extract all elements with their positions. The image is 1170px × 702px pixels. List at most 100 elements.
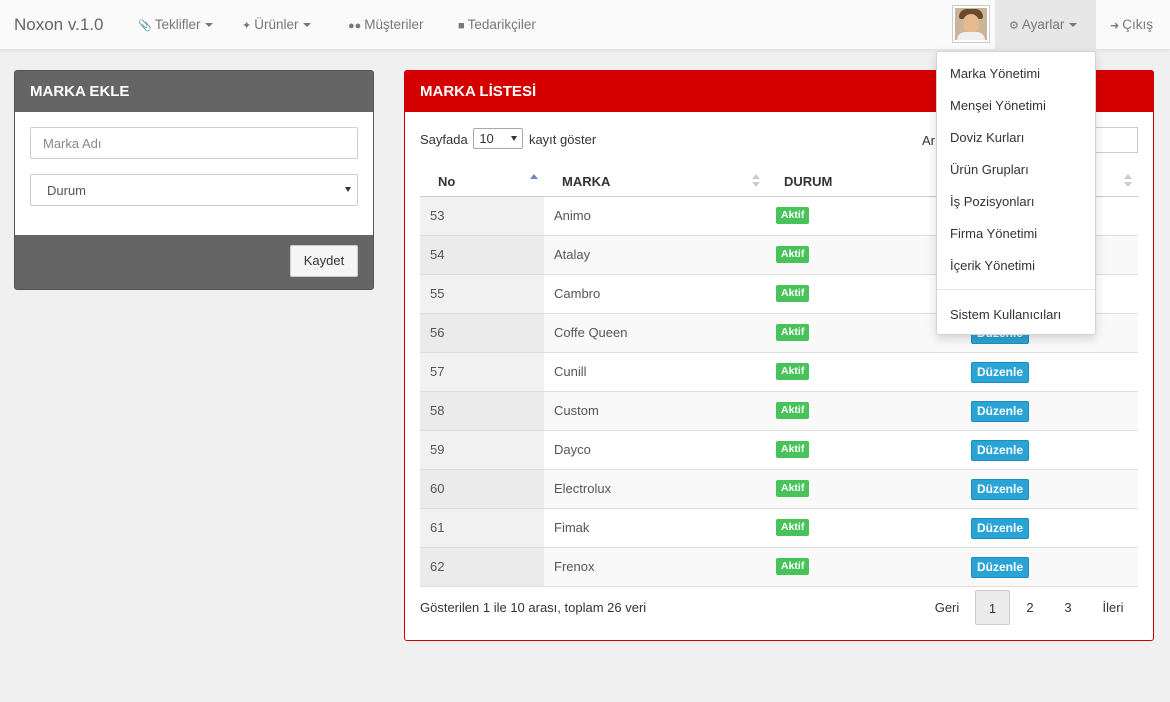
truck-icon: ■ — [458, 20, 465, 32]
pagination-prev[interactable]: Geri — [925, 590, 969, 625]
pagination-page-3[interactable]: 3 — [1051, 590, 1085, 625]
add-brand-footer: Kaydet — [15, 235, 373, 289]
row-no: 57 — [430, 364, 445, 379]
avatar-image — [955, 8, 987, 40]
status-select[interactable]: Durum — [30, 174, 358, 206]
add-brand-title: MARKA EKLE — [15, 71, 373, 112]
edit-button[interactable]: Düzenle — [971, 557, 1029, 578]
edit-button[interactable]: Düzenle — [971, 440, 1029, 461]
top-navbar: Noxon v.1.0 📎 Teklifler ✦ Ürünler ●● Müşter… — [0, 0, 1170, 50]
brand-name-input[interactable]: Marka Adı — [30, 127, 358, 159]
status-badge: Aktif — [776, 402, 810, 419]
table-row: 62 Frenox Aktif Düzenle — [420, 548, 1138, 587]
nav-teklifler-label: Teklifler — [154, 17, 201, 32]
status-badge: Aktif — [776, 285, 810, 302]
nav-teklifler[interactable]: 📎 Teklifler — [138, 17, 214, 32]
row-no: 54 — [430, 247, 445, 262]
table-row: 61 Fimak Aktif Düzenle — [420, 509, 1138, 548]
table-row: 58 Custom Aktif Düzenle — [420, 392, 1138, 431]
status-badge: Aktif — [776, 363, 810, 380]
menu-item-firma-yonetimi[interactable]: Firma Yönetimi — [950, 226, 1037, 241]
row-no: 53 — [430, 208, 445, 223]
table-row: 57 Cunill Aktif Düzenle — [420, 353, 1138, 392]
row-marka: Dayco — [554, 442, 591, 457]
menu-divider — [937, 289, 1095, 290]
status-badge: Aktif — [776, 519, 810, 536]
pagination-page-1[interactable]: 1 — [975, 590, 1010, 625]
row-marka: Custom — [554, 403, 599, 418]
puzzle-icon: ✦ — [242, 20, 252, 32]
caret-down-icon — [1069, 23, 1078, 28]
col-no[interactable]: No — [438, 174, 455, 189]
user-avatar[interactable] — [952, 5, 990, 43]
select-arrow-icon — [345, 187, 351, 192]
pagination-page-2[interactable]: 2 — [1013, 590, 1047, 625]
row-no: 61 — [430, 520, 445, 535]
table-row: 60 Electrolux Aktif Düzenle — [420, 470, 1138, 509]
sort-asc-icon[interactable] — [530, 174, 538, 188]
sort-icon[interactable] — [1124, 174, 1132, 188]
row-marka: Fimak — [554, 520, 590, 535]
pagination-next[interactable]: İleri — [1091, 590, 1135, 625]
edit-button[interactable]: Düzenle — [971, 401, 1029, 422]
nav-tedarikciler[interactable]: ■ Tedarikçiler — [458, 17, 536, 32]
nav-ayarlar[interactable]: ⚙ Ayarlar — [1009, 17, 1078, 32]
nav-ayarlar-label: Ayarlar — [1021, 17, 1065, 32]
edit-button[interactable]: Düzenle — [971, 479, 1029, 500]
nav-cikis[interactable]: ➜ Çıkış — [1110, 17, 1153, 32]
page-length-value: 10 — [479, 131, 494, 146]
row-no: 58 — [430, 403, 445, 418]
save-button[interactable]: Kaydet — [290, 245, 358, 277]
caret-down-icon — [205, 23, 214, 28]
settings-dropdown-menu: Marka Yönetimi Menşei Yönetimi Doviz Kur… — [936, 51, 1096, 335]
edit-button[interactable]: Düzenle — [971, 362, 1029, 383]
length-prefix: Sayfada — [420, 132, 468, 147]
nav-musteriler-label: Müşteriler — [364, 17, 424, 32]
nav-cikis-label: Çıkış — [1122, 17, 1153, 32]
paperclip-icon: 📎 — [138, 20, 152, 32]
page-length-control: Sayfada 10 kayıt göster — [420, 128, 597, 150]
caret-down-icon — [303, 23, 312, 28]
row-no: 55 — [430, 286, 445, 301]
row-marka: Animo — [554, 208, 591, 223]
menu-item-mensei-yonetimi[interactable]: Menşei Yönetimi — [950, 98, 1046, 113]
menu-item-sistem-kullanicilari[interactable]: Sistem Kullanıcıları — [950, 307, 1061, 322]
menu-item-marka-yonetimi[interactable]: Marka Yönetimi — [950, 66, 1040, 81]
search-input[interactable] — [1095, 127, 1138, 153]
row-marka: Cunill — [554, 364, 587, 379]
status-select-value: Durum — [47, 183, 87, 198]
status-badge: Aktif — [776, 324, 810, 341]
select-arrow-icon — [511, 136, 518, 141]
status-badge: Aktif — [776, 207, 810, 224]
length-suffix: kayıt göster — [528, 132, 597, 147]
status-badge: Aktif — [776, 480, 810, 497]
nav-urunler-label: Ürünler — [254, 17, 299, 32]
search-label: Ar — [922, 133, 935, 148]
menu-item-urun-gruplari[interactable]: Ürün Grupları — [950, 162, 1029, 177]
row-marka: Coffe Queen — [554, 325, 628, 340]
row-marka: Electrolux — [554, 481, 612, 496]
row-marka: Atalay — [554, 247, 591, 262]
brand-logo[interactable]: Noxon v.1.0 — [14, 15, 103, 35]
nav-musteriler[interactable]: ●● Müşteriler — [348, 17, 424, 32]
col-durum[interactable]: DURUM — [784, 174, 832, 189]
table-info: Gösterilen 1 ile 10 arası, toplam 26 ver… — [420, 600, 647, 615]
nav-urunler[interactable]: ✦ Ürünler — [242, 17, 312, 32]
page-length-select[interactable]: 10 — [473, 128, 524, 149]
row-no: 60 — [430, 481, 445, 496]
gear-icon: ⚙ — [1009, 20, 1019, 32]
menu-item-is-pozisyonlari[interactable]: İş Pozisyonları — [950, 194, 1035, 209]
nav-tedarikciler-label: Tedarikçiler — [467, 17, 536, 32]
row-no: 56 — [430, 325, 445, 340]
col-marka[interactable]: MARKA — [562, 174, 610, 189]
menu-item-icerik-yonetimi[interactable]: İçerik Yönetimi — [950, 258, 1035, 273]
sort-icon[interactable] — [752, 174, 760, 188]
status-badge: Aktif — [776, 246, 810, 263]
table-row: 59 Dayco Aktif Düzenle — [420, 431, 1138, 470]
row-no: 59 — [430, 442, 445, 457]
row-marka: Frenox — [554, 559, 595, 574]
edit-button[interactable]: Düzenle — [971, 518, 1029, 539]
status-badge: Aktif — [776, 558, 810, 575]
row-no: 62 — [430, 559, 445, 574]
menu-item-doviz-kurlari[interactable]: Doviz Kurları — [950, 130, 1024, 145]
